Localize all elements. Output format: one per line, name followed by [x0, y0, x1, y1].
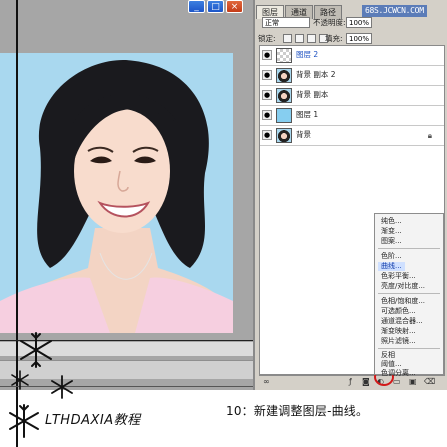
link-icon[interactable]: ∞	[263, 377, 270, 387]
opacity-label: 不透明度:	[313, 18, 346, 27]
menu-item-gradient-map[interactable]: 渐变映射...	[381, 327, 416, 336]
fill-field[interactable]: 100%	[346, 33, 372, 44]
layer-row[interactable]: ● 背景 🔒︎	[260, 126, 444, 146]
visibility-eye-icon[interactable]: ●	[262, 130, 272, 140]
visibility-eye-icon[interactable]: ●	[262, 50, 272, 60]
layer-style-icon[interactable]: ƒ	[349, 377, 352, 387]
layer-thumbnail	[276, 108, 292, 123]
maximize-button[interactable]: □	[207, 0, 224, 13]
mask-icon[interactable]: ◙	[362, 377, 370, 387]
visibility-eye-icon[interactable]: ●	[262, 70, 272, 80]
layer-thumbnail	[276, 128, 292, 143]
snowflake-icon	[51, 375, 73, 399]
photo-canvas[interactable]	[0, 53, 233, 333]
layer-thumbnail	[276, 88, 292, 103]
layer-row[interactable]: ● 背景 副本	[260, 86, 444, 106]
layer-name: 图层 1	[296, 110, 319, 119]
snowflake-logo-icon	[9, 404, 39, 438]
close-button[interactable]: ×	[226, 0, 243, 13]
menu-item-gradient[interactable]: 渐变...	[381, 227, 402, 236]
portrait-image	[0, 53, 233, 333]
trash-icon[interactable]: ⌫	[424, 377, 435, 387]
snowflake-icon	[20, 332, 52, 368]
panel-bottom-toolbar: ∞ ƒ ◙ ◐ ▭ ▣ ⌫	[259, 375, 445, 388]
fill-label: 填充:	[325, 34, 343, 43]
lock-transparency-checkbox[interactable]	[283, 34, 292, 43]
menu-item-solid-color[interactable]: 纯色...	[381, 217, 402, 226]
layer-row[interactable]: ● 图层 2	[260, 46, 444, 66]
opacity-field[interactable]: 100%	[346, 17, 372, 28]
menu-item-levels[interactable]: 色阶...	[381, 252, 402, 261]
layer-name: 背景 副本 2	[296, 70, 336, 79]
menu-item-brightness-contrast[interactable]: 亮度/对比度...	[381, 282, 425, 291]
new-layer-icon[interactable]: ▣	[409, 377, 417, 387]
visibility-eye-icon[interactable]: ●	[262, 110, 272, 120]
lock-position-checkbox[interactable]	[307, 34, 316, 43]
visibility-eye-icon[interactable]: ●	[262, 90, 272, 100]
menu-item-selective-color[interactable]: 可选颜色...	[381, 307, 416, 316]
lock-pixels-checkbox[interactable]	[295, 34, 304, 43]
layer-row[interactable]: ● 背景 副本 2	[260, 66, 444, 86]
menu-item-curves[interactable]: 曲线...	[378, 262, 405, 271]
menu-item-threshold[interactable]: 阈值...	[381, 360, 402, 369]
layer-name: 图层 2	[296, 50, 319, 59]
blend-mode-select[interactable]: 正常	[262, 17, 310, 28]
menu-item-invert[interactable]: 反相	[381, 351, 395, 360]
menu-item-hue-saturation[interactable]: 色相/饱和度...	[381, 297, 425, 306]
menu-separator	[378, 248, 440, 249]
menu-item-photo-filter[interactable]: 照片滤镜...	[381, 337, 416, 346]
group-folder-icon[interactable]: ▭	[393, 377, 401, 387]
menu-item-color-balance[interactable]: 色彩平衡...	[381, 272, 416, 281]
lock-icon: 🔒︎	[427, 131, 432, 140]
window-controls: _ □ ×	[188, 0, 250, 14]
layer-thumbnail	[276, 68, 292, 83]
lock-label: 锁定:	[258, 34, 276, 43]
menu-item-channel-mixer[interactable]: 通道混合器...	[381, 317, 423, 326]
site-watermark: 68S.JCWCN.COM	[362, 5, 427, 17]
menu-separator	[378, 348, 440, 349]
adjustment-layer-menu: 纯色... 渐变... 图案... 色阶... 曲线... 色彩平衡... 亮度…	[374, 213, 444, 378]
minimize-button[interactable]: _	[188, 0, 205, 13]
snowflake-icon	[11, 370, 29, 390]
layer-name: 背景 副本	[296, 90, 329, 99]
tutorial-brand: LTHDAXIA教程	[45, 413, 141, 428]
layer-row[interactable]: ● 图层 1	[260, 106, 444, 126]
menu-separator	[378, 293, 440, 294]
step-caption: 10：新建调整图层-曲线。	[226, 404, 369, 418]
menu-item-pattern[interactable]: 图案...	[381, 237, 402, 246]
menu-item-posterize[interactable]: 色调分离...	[381, 369, 416, 378]
layer-thumbnail	[276, 48, 292, 63]
layer-name: 背景	[296, 130, 311, 139]
